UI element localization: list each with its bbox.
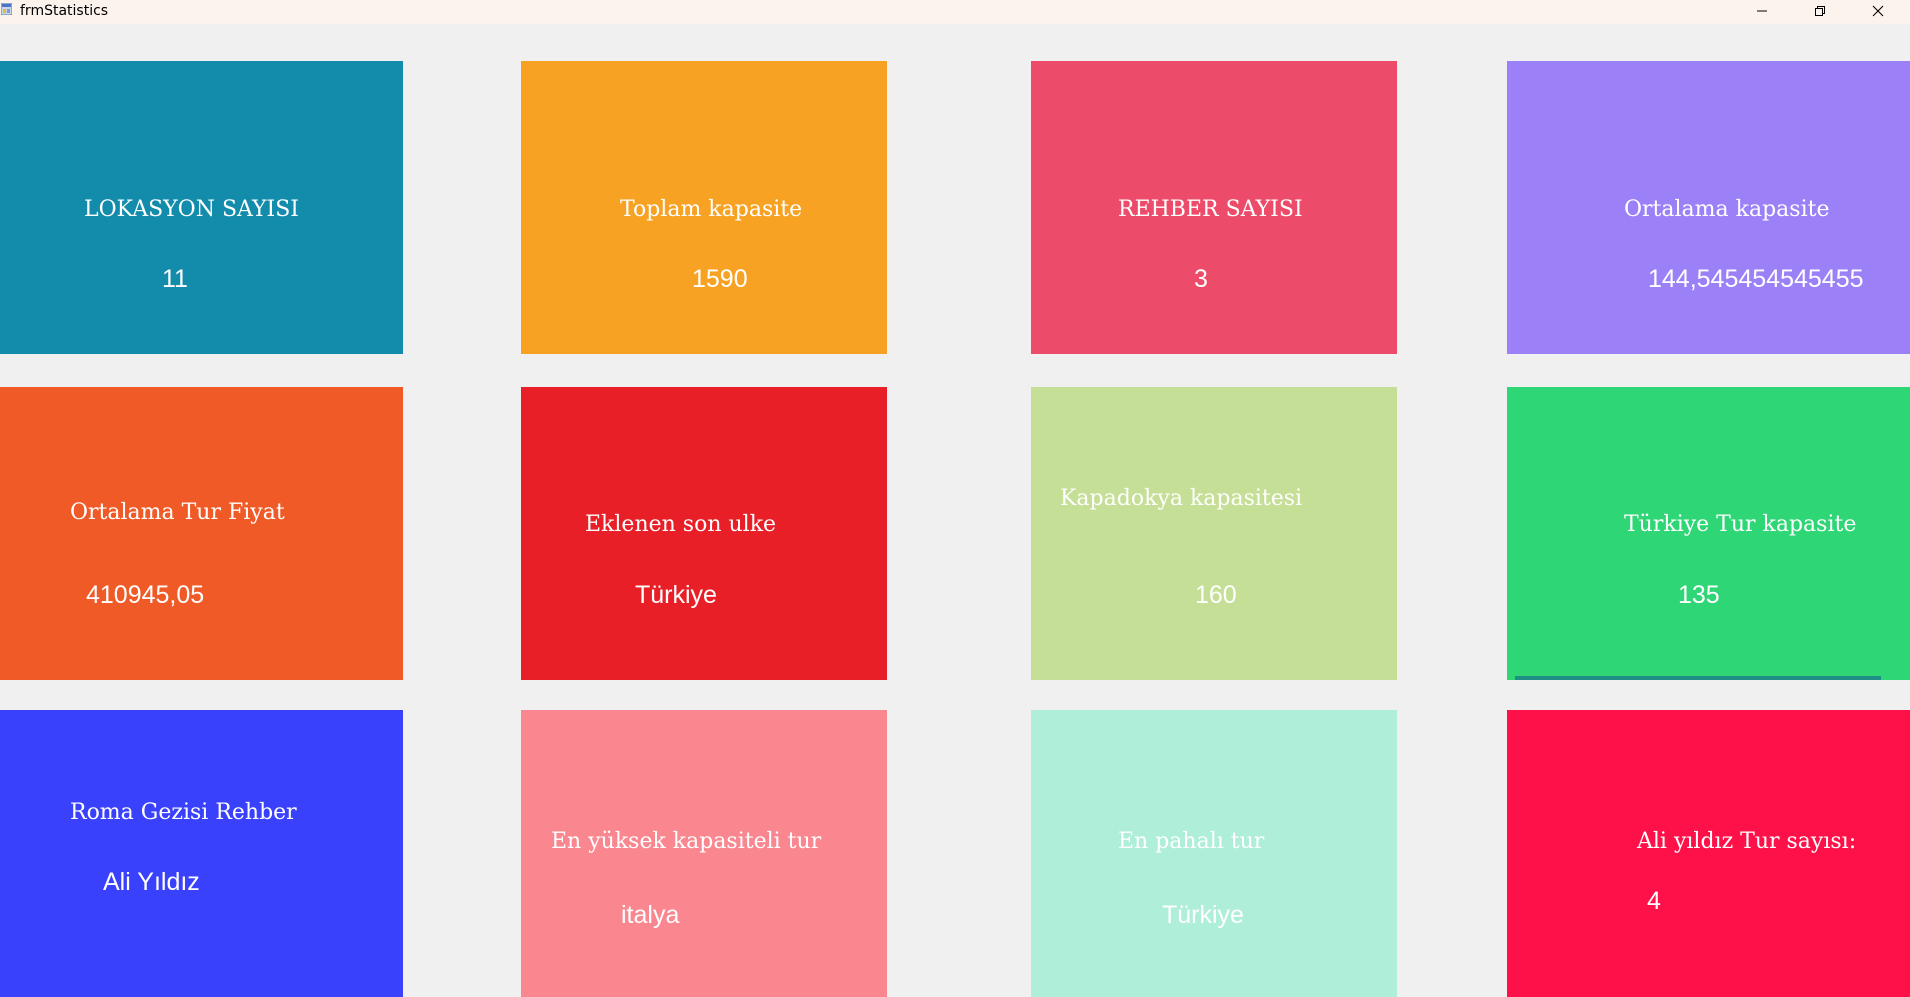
tile-last-added-country: Eklenen son ulke Türkiye <box>521 387 887 680</box>
tile-value: 135 <box>1678 581 1720 609</box>
title-bar[interactable]: frmStatistics <box>0 0 1910 24</box>
tile-value: 1590 <box>692 265 748 293</box>
tile-label: REHBER SAYISI <box>1118 197 1303 222</box>
window-title: frmStatistics <box>20 3 109 19</box>
close-button[interactable] <box>1849 0 1907 22</box>
tile-label: Toplam kapasite <box>620 197 803 222</box>
tile-value: italya <box>621 901 680 929</box>
tile-label: Türkiye Tur kapasite <box>1624 512 1857 537</box>
tile-guide-count: REHBER SAYISI 3 <box>1031 61 1397 354</box>
tile-label: Eklenen son ulke <box>585 512 777 537</box>
tile-label: Roma Gezisi Rehber <box>70 800 297 825</box>
tile-label: Ali yıldız Tur sayısı: <box>1637 829 1857 854</box>
tile-rome-trip-guide: Roma Gezisi Rehber Ali Yıldız <box>0 710 403 997</box>
tile-value: 11 <box>162 265 188 293</box>
tile-cappadocia-capacity: Kapadokya kapasitesi 160 <box>1031 387 1397 680</box>
tile-total-capacity: Toplam kapasite 1590 <box>521 61 887 354</box>
restore-icon <box>1815 6 1825 16</box>
minimize-icon <box>1757 10 1767 12</box>
tile-label: En pahalı tur <box>1118 829 1265 854</box>
tile-label: Ortalama kapasite <box>1624 197 1830 222</box>
tile-value: Türkiye <box>1162 901 1244 929</box>
tile-label: Kapadokya kapasitesi <box>1060 486 1303 511</box>
tile-value: 160 <box>1195 581 1237 609</box>
tile-label: LOKASYON SAYISI <box>84 197 299 222</box>
tile-ali-yildiz-tour-count: Ali yıldız Tur sayısı: 4 <box>1507 710 1910 997</box>
statistics-panel: LOKASYON SAYISI 11 Toplam kapasite 1590 … <box>0 24 1910 997</box>
tile-value: Ali Yıldız <box>103 868 200 896</box>
tile-most-expensive-tour: En pahalı tur Türkiye <box>1031 710 1397 997</box>
tile-value: 410945,05 <box>86 581 205 609</box>
tile-value: 3 <box>1194 265 1208 293</box>
tile-turkey-tour-capacity: Türkiye Tur kapasite 135 <box>1507 387 1910 680</box>
tile-value: 4 <box>1647 887 1661 915</box>
tile-average-capacity: Ortalama kapasite 144,545454545455 <box>1507 61 1910 354</box>
close-icon <box>1872 5 1884 17</box>
tile-location-count: LOKASYON SAYISI 11 <box>0 61 403 354</box>
tile-value: Türkiye <box>635 581 717 609</box>
app-form-icon <box>1 3 12 15</box>
restore-button[interactable] <box>1791 0 1849 22</box>
minimize-button[interactable] <box>1733 0 1791 22</box>
tile-average-tour-price: Ortalama Tur Fiyat 410945,05 <box>0 387 403 680</box>
tile-label: En yüksek kapasiteli tur <box>551 829 822 854</box>
tile-underline <box>1515 676 1881 680</box>
tile-value: 144,545454545455 <box>1648 265 1864 293</box>
tile-label: Ortalama Tur Fiyat <box>70 500 285 525</box>
tile-highest-capacity-tour: En yüksek kapasiteli tur italya <box>521 710 887 997</box>
